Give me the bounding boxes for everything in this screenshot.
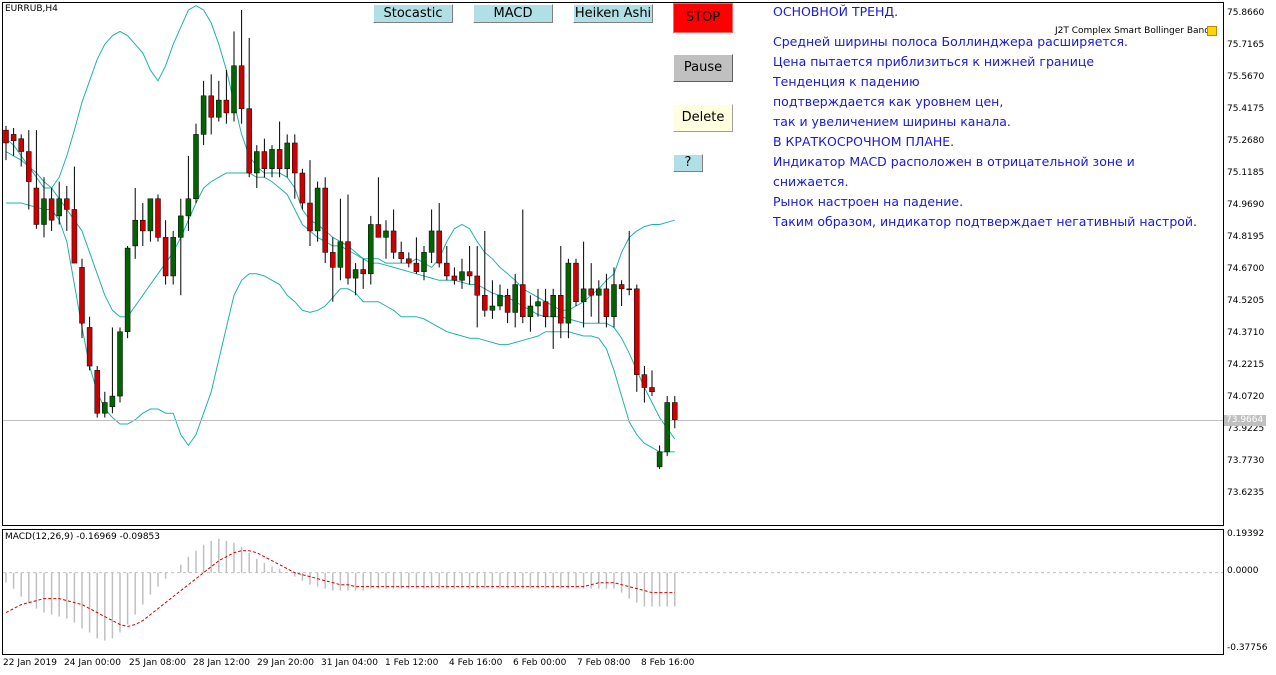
time-tick: 29 Jan 20:00 xyxy=(257,658,314,668)
price-tick: 74.0720 xyxy=(1227,392,1265,402)
help-button[interactable]: ? xyxy=(673,154,703,172)
comment-line: Рынок настроен на падение. xyxy=(773,194,964,209)
comment-line: подтверждается как уровнем цен, xyxy=(773,94,1004,109)
price-tick: 75.4175 xyxy=(1227,104,1265,114)
stocastic-button[interactable]: Stocastic xyxy=(373,4,453,23)
price-tick: 74.2215 xyxy=(1227,360,1265,370)
comment-line: В КРАТКОСРОЧНОМ ПЛАНЕ. xyxy=(773,134,955,149)
macd-tick: -0.37756 xyxy=(1227,643,1268,653)
price-tick: 75.5670 xyxy=(1227,72,1265,82)
macd-tick: 0.19392 xyxy=(1227,529,1265,539)
price-tick: 75.1185 xyxy=(1227,168,1265,178)
comment-line: Цена пытается приблизиться к нижней гран… xyxy=(773,54,1095,69)
comment-line: Средней ширины полоса Боллинджера расшир… xyxy=(773,34,1129,49)
price-tick: 74.9690 xyxy=(1227,200,1265,210)
price-tick: 73.6235 xyxy=(1227,488,1265,498)
analysis-comment: ОСНОВНОЙ ТРЕНД. Средней ширины полоса Бо… xyxy=(773,3,1197,233)
price-tick: 74.6700 xyxy=(1227,264,1265,274)
macd-button[interactable]: MACD xyxy=(473,4,553,23)
heiken-ashi-button[interactable]: Heiken Ashi xyxy=(573,4,653,23)
time-tick: 28 Jan 12:00 xyxy=(193,658,250,668)
price-tick: 75.2680 xyxy=(1227,136,1265,146)
macd-tick: 0.0000 xyxy=(1227,566,1259,576)
time-tick: 22 Jan 2019 xyxy=(3,658,57,668)
comment-line: Тенденция к падению xyxy=(773,74,920,89)
delete-button[interactable]: Delete xyxy=(673,104,733,132)
stop-button[interactable]: STOP xyxy=(673,3,733,33)
price-tick: 75.8660 xyxy=(1227,8,1265,18)
time-tick: 24 Jan 00:00 xyxy=(64,658,121,668)
current-price-tag: 73.9664 xyxy=(1224,415,1266,426)
symbol-label: EURRUB,H4 xyxy=(5,4,58,14)
time-tick: 7 Feb 08:00 xyxy=(577,658,631,668)
macd-label: MACD(12,26,9) -0.16969 -0.09853 xyxy=(5,532,161,542)
price-tick: 74.8195 xyxy=(1227,232,1265,242)
comment-line: ОСНОВНОЙ ТРЕНД. xyxy=(773,4,899,19)
macd-panel[interactable] xyxy=(2,529,1224,655)
time-tick: 1 Feb 12:00 xyxy=(385,658,439,668)
time-tick: 8 Feb 16:00 xyxy=(641,658,695,668)
indicator-flag-icon[interactable] xyxy=(1207,26,1217,36)
comment-line: Таким образом, индикатор подтверждает не… xyxy=(773,214,1198,229)
time-tick: 31 Jan 04:00 xyxy=(321,658,378,668)
comment-line: так и увеличением ширины канала. xyxy=(773,114,1011,129)
pause-button[interactable]: Pause xyxy=(673,54,733,82)
comment-line: снижается. xyxy=(773,174,849,189)
time-tick: 4 Feb 16:00 xyxy=(449,658,503,668)
price-tick: 74.5205 xyxy=(1227,296,1265,306)
time-tick: 6 Feb 00:00 xyxy=(513,658,567,668)
time-tick: 25 Jan 08:00 xyxy=(129,658,186,668)
price-tick: 73.7730 xyxy=(1227,456,1265,466)
price-tick: 74.3710 xyxy=(1227,328,1265,338)
price-tick: 75.7165 xyxy=(1227,40,1265,50)
comment-line: Индикатор MACD расположен в отрицательно… xyxy=(773,154,1135,169)
